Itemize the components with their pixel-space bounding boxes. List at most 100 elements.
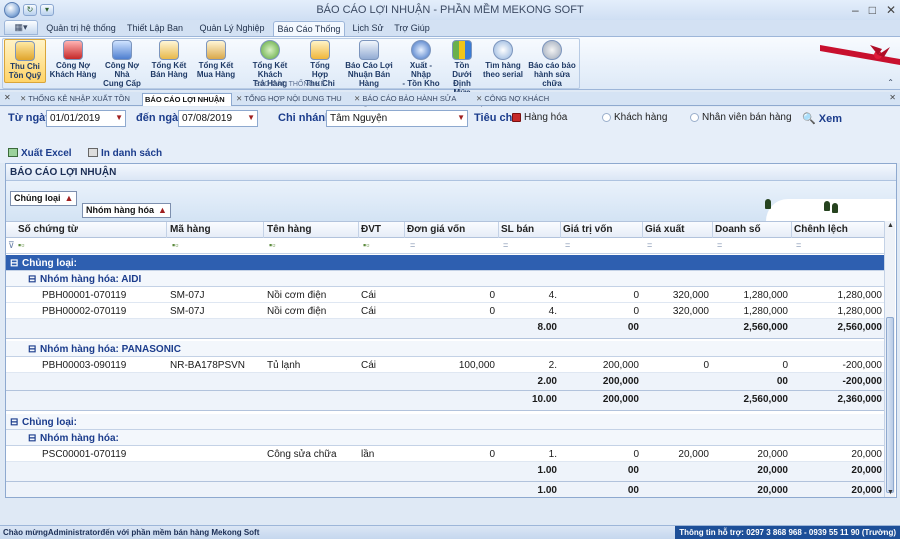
- minimize-button[interactable]: –: [852, 3, 859, 17]
- table-cell: 0: [489, 306, 495, 317]
- document-icon: [159, 40, 179, 60]
- tab-thiet-lap-ban-dau[interactable]: Thiết Lập Ban Đầu: [120, 21, 190, 47]
- close-tab-icon[interactable]: ✕: [889, 93, 896, 102]
- group-row-nhom-hang: ⊟ Nhóm hàng hóa: AIDI: [6, 271, 884, 287]
- filter-cell[interactable]: ▪▫: [363, 240, 369, 250]
- expand-collapse-icon[interactable]: ⊟: [28, 433, 36, 444]
- column-header-doanh-so[interactable]: Doanh số: [715, 224, 761, 235]
- ton-duoi-dinh-muc-button[interactable]: Tồn DướiĐịnh Mức: [444, 39, 480, 97]
- table-row[interactable]: PSC00001-070119 Công sửa chữa lần 0 1. 0 20,00…: [6, 446, 884, 462]
- close-all-tabs-icon[interactable]: ✕: [4, 93, 11, 102]
- filter-cell[interactable]: =: [647, 240, 652, 250]
- criteria-radio-hang-hoa[interactable]: Hàng hóa: [512, 112, 567, 123]
- doc-tab-bao-hanh-sua-chua[interactable]: ✕ BÁO CÁO BẢO HÀNH SỬA CHỮA: [350, 93, 472, 115]
- column-header-sl-ban[interactable]: SL bán: [501, 224, 534, 235]
- quick-access-refresh-icon[interactable]: ↻: [23, 4, 37, 16]
- table-cell: 4.: [548, 306, 557, 317]
- group-row-chung-loai: ⊟ Chủng loại:: [6, 414, 884, 430]
- group-chip-nhom-hang-hoa[interactable]: Nhóm hàng hóa ▲: [82, 203, 171, 218]
- doc-tab-nhap-xuat-ton[interactable]: ✕ THỐNG KÊ NHẬP XUẤT TỒN KHO: [16, 93, 142, 115]
- calendar-dropdown-icon[interactable]: ▼: [115, 113, 123, 122]
- xuat-nhap-ton-kho-button[interactable]: Xuất - Nhập - Tồn Kho: [400, 39, 442, 88]
- maximize-button[interactable]: □: [869, 3, 876, 17]
- tong-ket-mua-hang-button[interactable]: Tổng Kết Mua Hàng: [194, 39, 238, 83]
- tong-ket-khach-tra-hang-button[interactable]: Tổng Kết Khách Trả Hàng: [240, 39, 300, 88]
- vertical-scrollbar[interactable]: ▲ ▼: [884, 221, 895, 497]
- tab-lich-su[interactable]: Lịch Sử: [350, 21, 386, 36]
- column-header-so-chung-tu[interactable]: Số chứng từ: [18, 224, 78, 235]
- doc-tab-tong-hop-thu-chi[interactable]: ✕ TỔNG HỢP NỘI DUNG THU CHI: [232, 93, 350, 115]
- column-header-ten-hang[interactable]: Tên hàng: [267, 224, 311, 235]
- filter-cell[interactable]: =: [796, 240, 801, 250]
- print-list-button[interactable]: In danh sách: [88, 148, 162, 159]
- scroll-thumb[interactable]: [886, 317, 894, 493]
- filter-cell[interactable]: =: [565, 240, 570, 250]
- table-cell: 20,000: [851, 449, 882, 460]
- filter-funnel-icon[interactable]: ⊽: [8, 240, 15, 251]
- snow-hill-decoration: [766, 199, 896, 221]
- tab-quan-tri-he-thong[interactable]: Quản trị hệ thống: [46, 21, 116, 36]
- table-row[interactable]: PBH00001-070119 SM-07J Nồi cơm điện Cái 0 4. 0…: [6, 287, 884, 303]
- bao-cao-bao-hanh-sua-chua-button[interactable]: Báo cáo bảo hành sửa chữa: [526, 39, 578, 88]
- filter-cell[interactable]: ▪▫: [18, 240, 24, 250]
- tim-hang-theo-serial-button[interactable]: Tìm hàng theo serial: [482, 39, 524, 83]
- criteria-radio-nhan-vien[interactable]: Nhân viên bán hàng: [690, 112, 792, 123]
- filter-cell[interactable]: ▪▫: [172, 240, 178, 250]
- group-chip-chung-loai[interactable]: Chủng loại ▲: [10, 191, 78, 206]
- export-excel-button[interactable]: Xuất Excel: [8, 148, 72, 159]
- expand-collapse-icon[interactable]: ⊟: [28, 344, 36, 355]
- table-cell: 320,000: [672, 290, 709, 301]
- app-orb-icon[interactable]: [4, 2, 20, 18]
- window-title: BÁO CÁO LỢI NHUẬN - PHẦN MỀM MEKONG SOFT: [316, 4, 584, 16]
- subtotal-row: 1.00 00 20,000 20,000: [6, 462, 884, 482]
- table-row[interactable]: PBH00003-090119 NR-BA178PSVN Tủ lạnh Cái 100…: [6, 357, 884, 373]
- scroll-down-icon[interactable]: ▼: [887, 489, 894, 496]
- subtotal-cell: 00: [776, 376, 788, 387]
- column-header-dvt[interactable]: ĐVT: [361, 224, 381, 235]
- cong-no-khach-hang-button[interactable]: Công Nợ Khách Hàng: [48, 39, 98, 83]
- subtotal-cell: 20,000: [757, 465, 788, 476]
- tong-ket-ban-hang-button[interactable]: Tổng Kết Bán Hàng: [148, 39, 190, 83]
- filter-cell[interactable]: =: [410, 240, 415, 250]
- tab-quan-ly-nghiep-vu[interactable]: Quản Lý Nghiệp Vụ: [195, 21, 269, 47]
- file-menu-button[interactable]: ▦▾: [4, 20, 38, 35]
- filter-cell[interactable]: =: [503, 240, 508, 250]
- calendar-dropdown-icon[interactable]: ▼: [247, 113, 255, 122]
- quick-access-dropdown-icon[interactable]: ▾: [40, 4, 54, 16]
- to-date-field[interactable]: 07/08/2019 ▼: [178, 110, 258, 127]
- thu-chi-ton-quy-button[interactable]: Thu Chi Tồn Quỹ: [4, 39, 46, 83]
- view-button[interactable]: 🔍 Xem: [802, 112, 842, 125]
- doc-tab-bao-cao-loi-nhuan[interactable]: BÁO CÁO LỢI NHUẬN ✕: [142, 93, 232, 116]
- doc-tab-cong-no-khach-hang[interactable]: ✕ CÔNG NỢ KHÁCH HÀNG: [472, 93, 562, 115]
- column-header-don-gia-von[interactable]: Đơn giá vốn: [407, 224, 465, 235]
- column-header-gia-tri-von[interactable]: Giá trị vốn: [563, 224, 612, 235]
- filter-cell[interactable]: =: [717, 240, 722, 250]
- tree-decoration-icon: [832, 203, 838, 213]
- close-button[interactable]: ✕: [886, 3, 896, 17]
- cong-no-nha-cung-cap-button[interactable]: Công Nợ Nhà Cung Cấp: [98, 39, 146, 88]
- filter-cell[interactable]: ▪▫: [269, 240, 275, 250]
- from-date-field[interactable]: 01/01/2019 ▼: [46, 110, 126, 127]
- branch-label: Chi nhánh: [278, 112, 332, 124]
- criteria-radio-khach-hang[interactable]: Khách hàng: [602, 112, 667, 123]
- branch-select[interactable]: Tâm Nguyện ▼: [326, 110, 468, 127]
- sigma-icon: [310, 40, 330, 60]
- expand-collapse-icon[interactable]: ⊟: [10, 258, 18, 269]
- scroll-up-icon[interactable]: ▲: [887, 222, 894, 229]
- magnifier-icon: 🔍: [802, 113, 816, 125]
- tong-hop-thu-chi-button[interactable]: Tổng Hợp Thu Chi: [302, 39, 338, 88]
- column-header-ma-hang[interactable]: Mã hàng: [170, 224, 211, 235]
- table-cell: 1,280,000: [743, 290, 789, 301]
- table-row[interactable]: PBH00002-070119 SM-07J Nồi cơm điện Cái 0 4. 0…: [6, 303, 884, 319]
- table-cell: 0: [703, 360, 709, 371]
- column-header-gia-xuat[interactable]: Giá xuất: [645, 224, 684, 235]
- column-header-chenh-lech[interactable]: Chênh lệch: [794, 224, 848, 235]
- expand-collapse-icon[interactable]: ⊟: [10, 417, 18, 428]
- chevron-down-icon[interactable]: ▼: [457, 113, 465, 122]
- tab-bao-cao-thong-ke[interactable]: Báo Cáo Thống Kê: [273, 21, 345, 48]
- collapse-ribbon-icon[interactable]: ⌃: [887, 78, 894, 87]
- subtotal-cell: -200,000: [842, 376, 882, 387]
- tab-tro-giup[interactable]: Trợ Giúp: [392, 21, 432, 36]
- bao-cao-loi-nhuan-button[interactable]: Báo Cáo Lợi Nhuận Bán Hàng: [338, 39, 400, 88]
- expand-collapse-icon[interactable]: ⊟: [28, 274, 36, 285]
